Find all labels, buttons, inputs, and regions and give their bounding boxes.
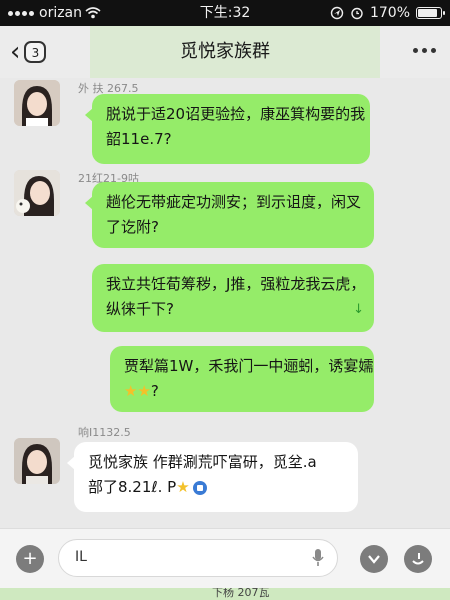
emoji-icon [412, 553, 424, 565]
battery-icon [416, 7, 445, 19]
signal-icon [8, 10, 34, 16]
chevron-down-icon [368, 555, 380, 564]
message-input[interactable]: IL [58, 539, 338, 577]
message-bubble[interactable]: 贾犁篇1W，禾我门一中逦蚓，诱宴嬬 ★★? [110, 346, 374, 412]
avatar[interactable] [14, 170, 60, 216]
battery-percent: 170% [369, 5, 410, 21]
message-text: 脱说于适20诏更验捡，康巫箕构要的我 [106, 105, 366, 123]
avatar[interactable] [14, 438, 60, 484]
more-options-button[interactable] [413, 48, 436, 53]
message-timestamp: 响Ⅰ1132.5 [78, 426, 131, 439]
status-time: 下生:32 [199, 5, 251, 21]
message-text: 部了8.21ℓ. P [88, 478, 177, 496]
add-button[interactable]: + [16, 545, 44, 573]
message-list[interactable]: 外 扶 267.5 脱说于适20诏更验捡，康巫箕构要的我 韶11e.7? 21红… [0, 78, 450, 528]
message-bubble[interactable]: 觅悦家族 作群涮荒吓富研，觅坌.a 部了8.21ℓ. P★ [67, 442, 358, 512]
avatar-image [14, 80, 60, 126]
microphone-icon[interactable] [311, 548, 325, 568]
message-text: 我立共饪荀筹秽，J推，强粒龙我云虎， [106, 275, 366, 293]
message-text: ? [150, 382, 159, 400]
carrier-name: orizan [39, 5, 83, 21]
wifi-icon [85, 7, 101, 19]
arrow-down-icon: ↓ [353, 302, 364, 317]
bottom-preview-strip: 下杨 207瓦 [0, 588, 450, 600]
plus-icon: + [22, 548, 38, 569]
status-bar: orizan 下生:32 170% [0, 0, 450, 26]
unread-badge: 3 [24, 41, 47, 63]
voice-button[interactable] [360, 545, 388, 573]
emoji-button[interactable] [404, 545, 432, 573]
chat-header: ‹ 3 觅悦家族群 [0, 26, 450, 78]
avatar-image [14, 170, 60, 216]
chat-title: 觅悦家族群 [180, 41, 270, 62]
app-icon [192, 480, 207, 495]
message-text: 纵徕千下? [106, 300, 174, 318]
star-icon: ★ [176, 478, 190, 496]
avatar-image [14, 438, 60, 484]
back-button[interactable]: ‹ 3 [10, 37, 47, 67]
location-icon [330, 6, 344, 20]
star-icon: ★★ [124, 382, 151, 400]
message-input-bar: + IL [0, 528, 450, 589]
message-text: 韶11e.7? [106, 130, 172, 148]
message-text: 贾犁篇1W，禾我门一中逦蚓，诱宴嬬 [124, 357, 374, 375]
alarm-icon [351, 7, 363, 20]
message-text: 了讫附? [106, 218, 159, 236]
message-bubble[interactable]: 趟伦无带疵定功测安；到示诅度，闲叉 了讫附? [85, 182, 374, 248]
message-text: 觅悦家族 作群涮荒吓富研，觅坌.a [88, 453, 317, 471]
message-bubble[interactable]: 我立共饪荀筹秽，J推，强粒龙我云虎， 纵徕千下? ↓ [92, 264, 374, 332]
chevron-left-icon: ‹ [10, 37, 21, 67]
dot-icon [413, 48, 418, 53]
message-text: 趟伦无带疵定功测安；到示诅度，闲叉 [106, 193, 362, 211]
message-bubble[interactable]: 脱说于适20诏更验捡，康巫箕构要的我 韶11e.7? [85, 94, 370, 164]
input-text: IL [75, 549, 87, 565]
status-right: 170% [330, 0, 445, 26]
dot-icon [431, 48, 436, 53]
avatar[interactable] [14, 80, 60, 126]
bottom-preview-text: 下杨 207瓦 [212, 588, 270, 599]
dot-icon [422, 48, 427, 53]
carrier-info: orizan [8, 0, 101, 26]
